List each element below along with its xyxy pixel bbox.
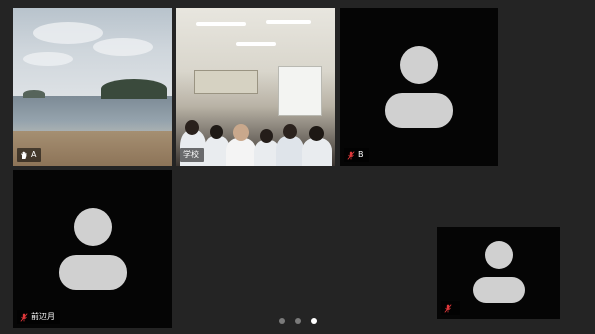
- participant-name: 前辺月: [31, 312, 55, 321]
- ceiling-light: [266, 20, 311, 24]
- student: [226, 138, 256, 166]
- video-gallery: A 学校 B 前辺月: [0, 0, 595, 334]
- mic-muted-icon: [444, 303, 452, 313]
- avatar: [58, 208, 127, 290]
- participant-name: B: [358, 150, 364, 159]
- island: [23, 90, 45, 98]
- participant-name-tag: A: [17, 148, 42, 162]
- classroom-window: [278, 66, 322, 116]
- video-tile-e[interactable]: [437, 227, 560, 319]
- participant-name-tag: 前辺月: [17, 310, 60, 324]
- student: [276, 136, 304, 166]
- student-head: [260, 129, 273, 143]
- cloud: [93, 38, 153, 56]
- cloud: [23, 52, 73, 66]
- ceiling-light: [196, 22, 246, 26]
- video-tile-school[interactable]: 学校: [176, 8, 335, 166]
- student: [302, 138, 332, 166]
- avatar: [472, 241, 525, 303]
- participant-name: A: [31, 150, 37, 159]
- video-tile-d[interactable]: 前辺月: [13, 170, 172, 328]
- student-head: [210, 125, 223, 139]
- mic-muted-icon: [347, 150, 355, 160]
- participant-name-tag: [441, 301, 460, 315]
- student-head: [233, 124, 249, 141]
- page-dot-2[interactable]: [294, 318, 301, 324]
- ceiling-light: [236, 42, 276, 46]
- video-tile-b[interactable]: B: [340, 8, 498, 166]
- island: [101, 79, 167, 99]
- participant-name-tag: 学校: [180, 148, 204, 162]
- student-head: [283, 124, 297, 139]
- student-head: [309, 126, 324, 141]
- participant-name-tag: B: [344, 148, 369, 162]
- page-dot-1[interactable]: [278, 318, 285, 324]
- student-head: [185, 120, 199, 135]
- page-indicator: [278, 318, 317, 324]
- notice-board: [194, 70, 258, 94]
- video-tile-a[interactable]: A: [13, 8, 172, 166]
- avatar: [385, 46, 453, 128]
- cloud: [33, 22, 103, 44]
- page-dot-3[interactable]: [310, 318, 317, 324]
- mic-muted-icon: [20, 312, 28, 322]
- participant-name: 学校: [183, 150, 199, 159]
- hand-raised-icon: [20, 151, 28, 160]
